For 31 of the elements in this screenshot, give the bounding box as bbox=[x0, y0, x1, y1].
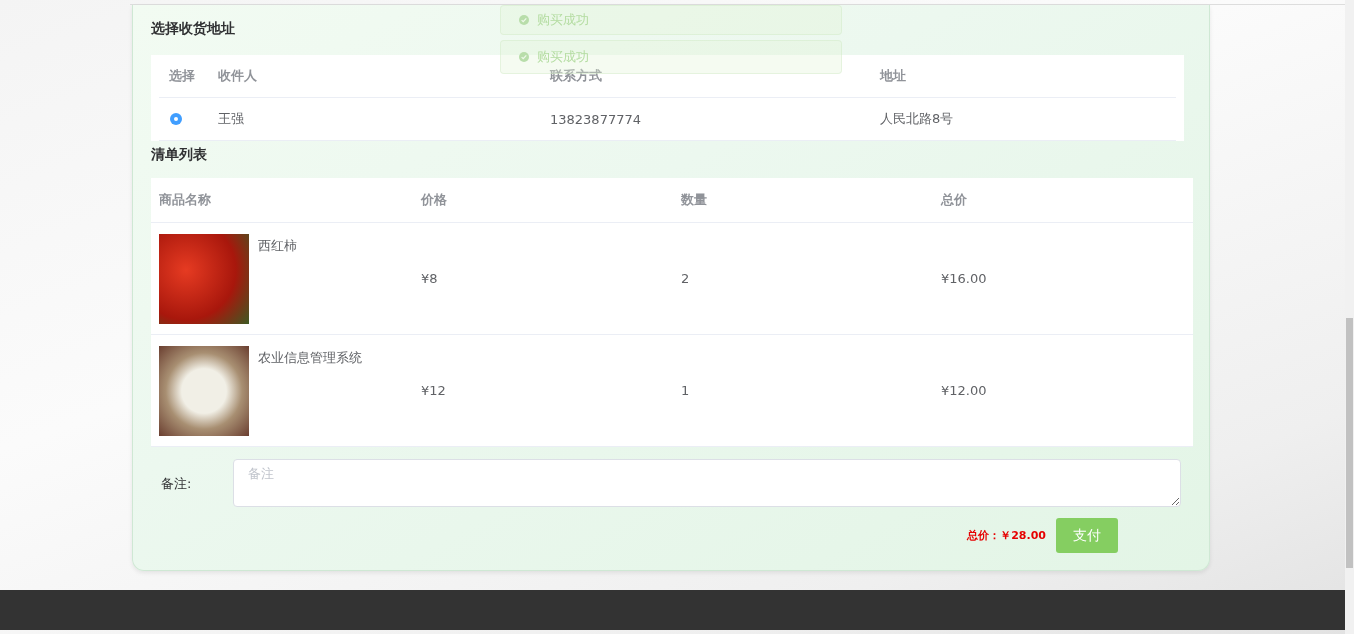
column-header: 价格 bbox=[421, 191, 447, 209]
table-cell: 2 bbox=[681, 271, 690, 286]
pay-button[interactable]: 支付 bbox=[1056, 518, 1118, 553]
product-name: 农业信息管理系统 bbox=[258, 349, 362, 367]
column-header: 总价 bbox=[941, 191, 967, 209]
table-cell: 13823877774 bbox=[550, 111, 641, 127]
table-cell: 1 bbox=[681, 383, 690, 398]
success-icon bbox=[519, 52, 529, 62]
radio-button[interactable] bbox=[170, 113, 182, 125]
total-price: 总价：￥28.00 bbox=[967, 528, 1046, 543]
section-title: 选择收货地址 bbox=[151, 19, 235, 38]
remark-label: 备注: bbox=[160, 475, 193, 493]
column-header: 联系方式 bbox=[550, 67, 602, 85]
column-header: 收件人 bbox=[218, 67, 257, 85]
table-cell: 王强 bbox=[218, 110, 244, 128]
table-cell: 人民北路8号 bbox=[880, 110, 954, 128]
table-cell: ¥12 bbox=[421, 383, 446, 398]
column-header: 商品名称 bbox=[159, 191, 211, 209]
column-header: 数量 bbox=[681, 191, 707, 209]
column-header: 选择 bbox=[169, 67, 195, 85]
section-title: 清单列表 bbox=[151, 145, 207, 164]
product-name: 西红柿 bbox=[258, 237, 297, 255]
column-header: 地址 bbox=[880, 67, 906, 85]
remark-field[interactable]: 备注 bbox=[233, 459, 1181, 507]
table-cell: ¥8 bbox=[421, 271, 438, 286]
table-cell: ¥12.00 bbox=[941, 383, 987, 398]
toast-message: 购买成功 bbox=[537, 48, 589, 66]
toast-message: 购买成功 bbox=[537, 11, 589, 29]
table-cell: ¥16.00 bbox=[941, 271, 987, 286]
success-icon bbox=[519, 15, 529, 25]
scrollbar[interactable] bbox=[1345, 0, 1354, 634]
